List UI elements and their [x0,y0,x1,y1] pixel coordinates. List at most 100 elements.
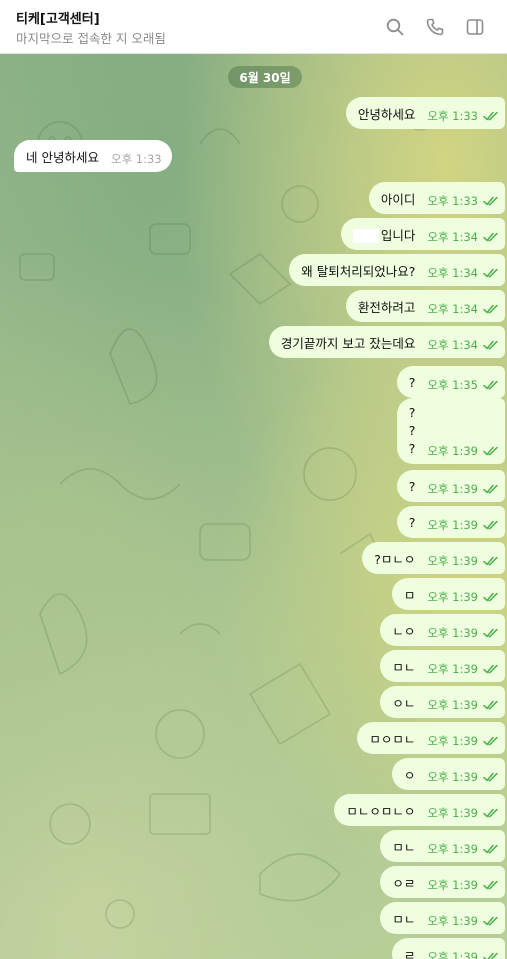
outgoing-message[interactable]: ㅇㄹ 오후 1:39 [380,866,505,898]
message-time: 오후 1:33 [427,109,478,123]
message-text: 네 안녕하세요 [26,149,99,165]
redacted-block [352,229,379,243]
outgoing-message[interactable]: 아이디 오후 1:33 [368,182,505,214]
message-time: 오후 1:39 [427,950,478,959]
message-meta: 오후 1:39 [427,769,499,785]
read-check-icon [483,627,499,641]
outgoing-message[interactable]: ㅁㄴㅇㅁㄴㅇ 오후 1:39 [334,794,505,826]
read-check-icon [483,339,499,353]
message-text: 경기끝까지 보고 잤는데요 [280,335,416,351]
message-time: 오후 1:39 [427,878,478,892]
outgoing-message[interactable]: ㅁ 오후 1:39 [391,578,505,610]
message-text: ㅁㅇㅁㄴ [369,731,416,747]
message-meta: 오후 1:34 [427,301,499,317]
message-time: 오후 1:39 [427,626,478,640]
read-check-icon [483,879,499,893]
message-text: 아이디 [380,191,416,207]
message-meta: 오후 1:39 [427,443,499,459]
read-check-icon [483,379,499,393]
read-check-icon [483,483,499,497]
message-text: ㅇㄹ [392,875,416,891]
message-meta: 오후 1:39 [427,949,499,959]
message-meta: 오후 1:39 [427,913,499,929]
message-time: 오후 1:33 [110,152,162,166]
read-check-icon [483,699,499,713]
read-check-icon [483,591,499,605]
message-meta: 오후 1:39 [427,553,499,569]
read-check-icon [483,663,499,677]
outgoing-message[interactable]: ㅁㄴ 오후 1:39 [380,902,505,934]
read-check-icon [483,267,499,281]
message-meta: 오후 1:33 [427,193,499,209]
message-time: 오후 1:35 [427,378,478,392]
message-text: ㅁㄴ [392,839,416,855]
outgoing-message[interactable]: ? 오후 1:35 [396,366,505,398]
outgoing-message[interactable]: 안녕하세요 오후 1:33 [345,97,505,129]
message-time: 오후 1:39 [427,914,478,928]
outgoing-message[interactable]: ㅇㄴ 오후 1:39 [380,686,505,718]
message-meta: 오후 1:34 [427,229,499,245]
message-time: 오후 1:33 [427,194,478,208]
message-text: ? [408,374,416,390]
outgoing-message[interactable]: 경기끝까지 보고 잤는데요 오후 1:34 [268,326,505,358]
message-meta: 오후 1:39 [427,481,499,497]
message-time: 오후 1:39 [427,554,478,568]
search-icon[interactable] [384,16,406,38]
message-time: 오후 1:39 [427,482,478,496]
outgoing-message[interactable]: 환전하려고 오후 1:34 [345,290,505,322]
chat-area[interactable]: 6월 30일 안녕하세요 오후 1:33 네 안녕하세요 오후 1:33 아이디 오후 1… [0,54,507,959]
outgoing-message[interactable]: ㅁㄴ 오후 1:39 [380,650,505,682]
message-text: ㅁㄴ [392,659,416,675]
read-check-icon [483,195,499,209]
read-check-icon [483,807,499,821]
outgoing-message[interactable]: ㄹ 오후 1:39 [391,938,505,959]
outgoing-message[interactable]: ? 오후 1:39 [396,470,505,502]
sidebar-icon[interactable] [464,16,486,38]
message-meta: 오후 1:39 [427,805,499,821]
outgoing-message[interactable]: ㅇ 오후 1:39 [391,758,505,790]
chat-title[interactable]: 티케[고객센터] [16,8,100,27]
message-text: ㅁㄴㅇㅁㄴㅇ [346,803,416,819]
chat-header: 티케[고객센터] 마지막으로 접속한 지 오래됨 [0,0,507,54]
message-text: ㅇㄴ [392,695,416,711]
message-meta: 오후 1:39 [427,697,499,713]
read-check-icon [483,555,499,569]
read-check-icon [483,771,499,785]
message-time: 오후 1:39 [427,444,478,458]
outgoing-message[interactable]: 입니다 오후 1:34 [340,218,505,250]
outgoing-message[interactable]: ㄴㅇ 오후 1:39 [380,614,505,646]
message-meta: 오후 1:39 [427,661,499,677]
message-time: 오후 1:34 [427,230,478,244]
message-meta: 오후 1:39 [427,841,499,857]
message-text: 입니다 [352,225,415,244]
outgoing-message[interactable]: ?ㅁㄴㅇ 오후 1:39 [362,542,505,574]
read-check-icon [483,445,499,459]
outgoing-message[interactable]: ? 오후 1:39 [396,506,505,538]
message-time: 오후 1:39 [427,698,478,712]
phone-icon[interactable] [424,16,446,38]
message-meta: 오후 1:34 [427,337,499,353]
outgoing-message[interactable]: ㅁㅇㅁㄴ 오후 1:39 [357,722,505,754]
message-text: ㅁㄴ [392,911,416,927]
message-time: 오후 1:39 [427,518,478,532]
read-check-icon [483,735,499,749]
message-text: 안녕하세요 [357,106,416,122]
message-meta: 오후 1:35 [427,377,499,393]
message-text: 왜 탈퇴처리되었나요? [301,263,416,279]
message-time: 오후 1:39 [427,590,478,604]
outgoing-message[interactable]: ??? 오후 1:39 [396,398,505,464]
message-text: ? [408,478,416,494]
message-meta: 오후 1:33 [111,151,162,167]
incoming-message[interactable]: 네 안녕하세요 오후 1:33 [14,140,172,172]
read-check-icon [483,951,499,959]
message-meta: 오후 1:34 [427,265,499,281]
read-check-icon [483,843,499,857]
message-text: ??? [408,405,416,456]
message-meta: 오후 1:39 [427,589,499,605]
date-separator: 6월 30일 [228,66,302,88]
outgoing-message[interactable]: ㅁㄴ 오후 1:39 [380,830,505,862]
message-text: ㅁ [403,587,416,603]
message-time: 오후 1:34 [427,266,478,280]
message-text: ? [408,514,416,530]
outgoing-message[interactable]: 왜 탈퇴처리되었나요? 오후 1:34 [289,254,505,286]
